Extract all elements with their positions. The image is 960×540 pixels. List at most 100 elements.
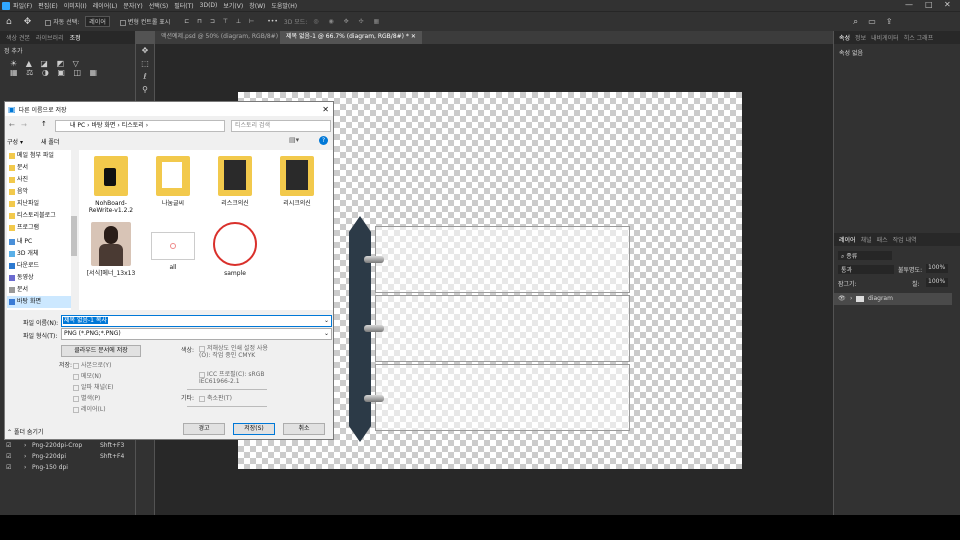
- action-toggle-icon[interactable]: ☑: [6, 442, 11, 449]
- tab-swatches[interactable]: 색상 견본: [6, 33, 30, 42]
- save-option[interactable]: 사본으로(Y): [73, 360, 111, 369]
- option-checkbox[interactable]: [73, 373, 79, 380]
- 3d-tool-icons[interactable]: ◎ ◉ ✥ ✣ ▦: [313, 18, 383, 25]
- tool-icons[interactable]: ✥ ⬚ ℓ ⚲: [136, 44, 154, 96]
- cloud-save-button[interactable]: 클라우드 문서에 저장: [61, 345, 141, 357]
- more-icon[interactable]: •••: [267, 18, 278, 25]
- file-item[interactable]: 리스크의신: [207, 156, 263, 207]
- layer-row-diagram[interactable]: 👁 › diagram: [834, 293, 952, 305]
- file-item[interactable]: sample: [207, 222, 263, 277]
- search-input[interactable]: 티스토리 검색: [231, 120, 331, 132]
- menu-view[interactable]: 보기(V): [223, 1, 243, 10]
- action-toggle-icon[interactable]: ☑: [6, 453, 11, 460]
- chevron-down-icon[interactable]: ⌄: [324, 316, 329, 326]
- menu-edit[interactable]: 편집(E): [38, 1, 58, 10]
- tab-layers[interactable]: 레이어: [839, 235, 856, 244]
- nav-item[interactable]: 메일 첨부 파일: [7, 150, 77, 162]
- option-checkbox[interactable]: [199, 371, 205, 378]
- file-item[interactable]: NohBoard-ReWrite-v1.2.2: [83, 156, 139, 214]
- share-icon[interactable]: ⇪: [886, 17, 893, 26]
- thumbnail-option[interactable]: 축소판(T): [199, 393, 232, 402]
- tab-paths[interactable]: 패스: [877, 235, 888, 244]
- menu-image[interactable]: 이미지(I): [64, 1, 87, 10]
- tab-info[interactable]: 정보: [855, 33, 866, 42]
- tab-histogram[interactable]: 히스 그래프: [904, 33, 934, 42]
- menu-type[interactable]: 문자(Y): [123, 1, 142, 10]
- menu-file[interactable]: 파일(F): [13, 1, 32, 10]
- color-option[interactable]: ICC 프로필(C): sRGB IEC61966-2.1: [199, 371, 271, 385]
- organize-button[interactable]: 구성 ▾: [7, 137, 23, 146]
- nav-item[interactable]: 문서: [7, 162, 77, 174]
- transform-controls-checkbox[interactable]: [119, 19, 126, 26]
- close-icon[interactable]: ✕: [322, 105, 329, 114]
- menu-window[interactable]: 창(W): [249, 1, 265, 10]
- save-button[interactable]: 저장(S): [233, 423, 275, 435]
- save-option[interactable]: 별색(P): [73, 393, 100, 402]
- tab-document-1[interactable]: 액션예제.psd @ 50% (diagram, RGB/8#) ✕: [155, 31, 291, 44]
- option-checkbox[interactable]: [199, 345, 205, 352]
- save-option[interactable]: 알파 채널(E): [73, 382, 113, 391]
- option-checkbox[interactable]: [73, 362, 79, 369]
- menu-select[interactable]: 선택(S): [149, 1, 169, 10]
- nav-item[interactable]: 프로그램: [7, 222, 77, 234]
- chevron-right-icon[interactable]: ›: [850, 293, 852, 305]
- tab-channels[interactable]: 채널: [861, 235, 872, 244]
- save-option[interactable]: 레이어(L): [73, 404, 106, 413]
- up-arrow-icon[interactable]: ↑: [41, 120, 47, 128]
- save-option[interactable]: 메모(N): [73, 371, 101, 380]
- search-icon[interactable]: ⌕: [853, 17, 858, 27]
- action-row[interactable]: ☑ › Png-150 dpi: [0, 463, 135, 474]
- nav-item[interactable]: 3D 개체: [7, 248, 77, 260]
- file-item[interactable]: 나눔글씨: [145, 156, 201, 207]
- workspace-icon[interactable]: ▭: [868, 17, 876, 26]
- tab-history[interactable]: 작업 내역: [893, 235, 917, 244]
- filetype-dropdown[interactable]: PNG (*.PNG;*.PNG) ⌄: [61, 328, 332, 340]
- breadcrumb-item[interactable]: 내 PC: [70, 122, 85, 129]
- tab-properties[interactable]: 속성: [839, 33, 850, 42]
- menu-help[interactable]: 도움말(H): [271, 1, 297, 10]
- file-item[interactable]: all: [145, 222, 201, 271]
- tab-navigator[interactable]: 내비게이터: [871, 33, 899, 42]
- option-checkbox[interactable]: [73, 406, 79, 413]
- breadcrumb-item[interactable]: 바탕 화면: [91, 122, 115, 129]
- menu-layer[interactable]: 레이어(L): [93, 1, 118, 10]
- nav-item[interactable]: 동영상: [7, 272, 77, 284]
- hide-folders-toggle[interactable]: ⌃ 폴더 숨기기: [7, 427, 43, 436]
- tab-document-2[interactable]: 제목 없음-1 @ 66.7% (diagram, RGB/8#) * ✕: [280, 31, 422, 44]
- help-icon[interactable]: ?: [319, 136, 328, 145]
- nav-item[interactable]: 내 PC: [7, 236, 77, 248]
- nav-item[interactable]: 사진: [7, 174, 77, 186]
- blend-mode-dropdown[interactable]: 통과: [838, 265, 894, 274]
- option-checkbox[interactable]: [73, 395, 79, 402]
- file-item[interactable]: [서식]메너_13x13: [83, 222, 139, 277]
- nav-scrollbar[interactable]: [71, 150, 77, 310]
- opacity-field[interactable]: 100%: [926, 264, 948, 273]
- warning-button[interactable]: 경고: [183, 423, 225, 435]
- menu-3d[interactable]: 3D(D): [200, 2, 218, 9]
- action-row[interactable]: ☑ › Png-220dpi-Crop Shft+F3: [0, 441, 135, 452]
- align-icons[interactable]: ⊏ ⊓ ⊐ ⊤ ⊥ ⊢: [184, 18, 257, 25]
- action-toggle-icon[interactable]: ☑: [6, 464, 11, 471]
- layer-filter-dropdown[interactable]: ⌕ 종류: [838, 251, 892, 260]
- nav-item[interactable]: 지난파일: [7, 198, 77, 210]
- option-checkbox[interactable]: [199, 395, 205, 402]
- new-folder-button[interactable]: 새 폴더: [41, 137, 59, 146]
- auto-select-dropdown[interactable]: 레이어: [85, 16, 110, 27]
- minimize-icon[interactable]: —: [905, 0, 913, 9]
- address-bar[interactable]: 내 PC › 바탕 화면 › 티스토리 ›: [55, 120, 225, 132]
- nav-item[interactable]: 다운로드: [7, 260, 77, 272]
- visibility-eye-icon[interactable]: 👁: [838, 293, 846, 305]
- close-icon[interactable]: ✕: [944, 0, 951, 9]
- adjustment-icons[interactable]: ☀ ▲ ◪ ◩ ▽ ▦ ⚖ ◑ ▣ ◫ ▦: [0, 57, 135, 79]
- breadcrumb-item[interactable]: 티스토리: [122, 122, 144, 129]
- tab-libraries[interactable]: 라이브러리: [36, 33, 64, 42]
- color-option[interactable]: 저해상도 인쇄 설정 사용(O): 작업 중인 CMYK: [199, 345, 271, 359]
- view-options-icon[interactable]: ▤▾: [289, 136, 299, 144]
- move-tool-icon[interactable]: ✥: [24, 17, 32, 27]
- option-checkbox[interactable]: [73, 384, 79, 391]
- file-item[interactable]: 리시크의신: [269, 156, 325, 207]
- nav-item[interactable]: 문서: [7, 284, 77, 296]
- back-arrow-icon[interactable]: ←: [9, 121, 15, 129]
- nav-item[interactable]: 티스토리블로그: [7, 210, 77, 222]
- tab-adjustments[interactable]: 조정: [70, 33, 81, 42]
